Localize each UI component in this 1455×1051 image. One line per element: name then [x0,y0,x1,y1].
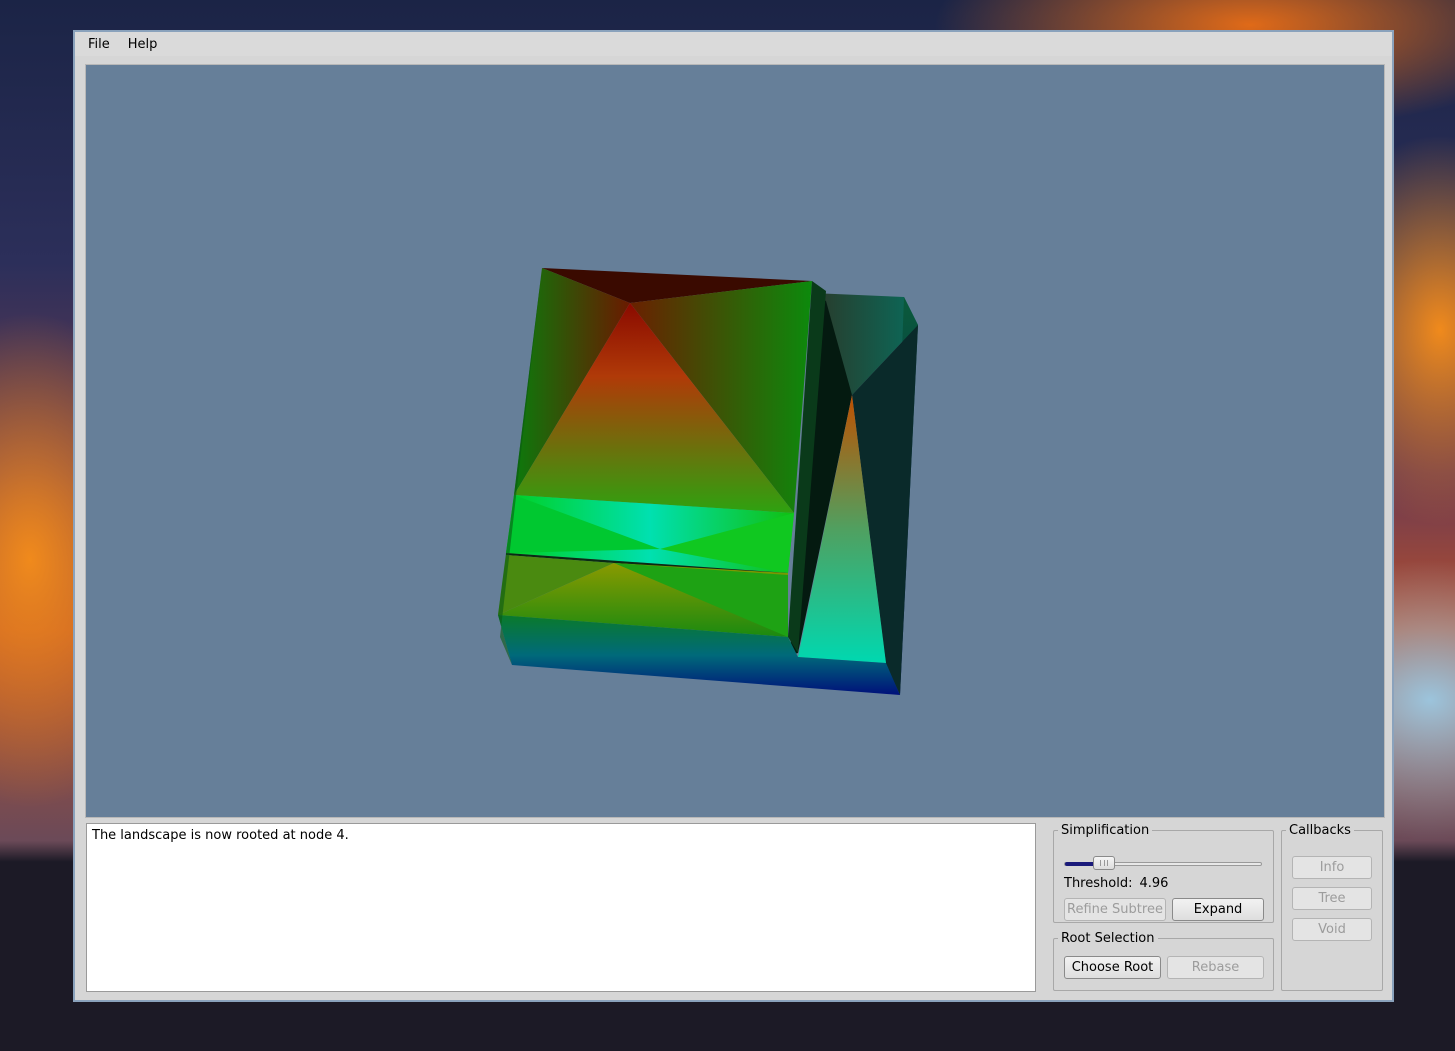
threshold-value: 4.96 [1139,876,1169,891]
refine-subtree-button[interactable]: Refine Subtree [1064,898,1166,921]
rebase-button[interactable]: Rebase [1167,956,1264,979]
threshold-slider[interactable] [1064,856,1262,870]
landscape-render [498,268,918,695]
tree-button[interactable]: Tree [1292,887,1372,910]
message-log[interactable]: The landscape is now rooted at node 4. [86,823,1036,992]
simplification-group: Simplification Threshold: 4.96 Refine Sub… [1053,823,1274,923]
callbacks-title: Callbacks [1289,823,1351,838]
slider-handle[interactable] [1093,856,1116,870]
choose-root-button[interactable]: Choose Root [1064,956,1161,979]
threshold-label: Threshold: [1064,876,1133,891]
simplification-title: Simplification [1061,823,1150,838]
grip-icon [1100,860,1109,866]
log-text: The landscape is now rooted at node 4. [92,828,349,843]
app-window: File Help The landscape is now rooted at… [73,30,1394,1002]
menu-help[interactable]: Help [119,35,167,54]
menu-bar: File Help [75,32,1392,56]
root-selection-group: Root Selection Choose Root Rebase [1053,931,1274,991]
menu-file[interactable]: File [79,35,119,54]
info-button[interactable]: Info [1292,856,1372,879]
3d-viewport[interactable] [85,64,1385,818]
expand-button[interactable]: Expand [1172,898,1264,921]
callbacks-group: Callbacks Info Tree Void [1281,823,1383,991]
threshold-readout: Threshold: 4.96 [1064,876,1175,891]
root-selection-title: Root Selection [1061,931,1155,946]
void-button[interactable]: Void [1292,918,1372,941]
